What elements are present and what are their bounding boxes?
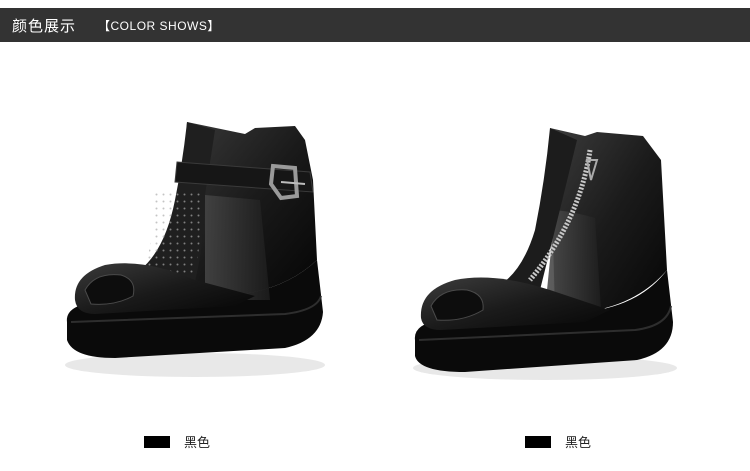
color-name: 黑色 [565, 436, 592, 451]
section-title: 颜色展示 [12, 16, 77, 35]
product-image-buckle-bootie [55, 100, 345, 400]
section-header: 颜色展示 【COLOR SHOWS】 [0, 8, 750, 42]
color-swatch [144, 435, 170, 448]
color-name: 黑色 [184, 436, 211, 451]
product-image-zipper-bootie [405, 100, 695, 400]
color-label-1: 黑色 [144, 432, 210, 451]
color-swatch [525, 435, 551, 448]
section-subtitle: 【COLOR SHOWS】 [98, 18, 220, 33]
color-label-2: 黑色 [525, 432, 591, 451]
